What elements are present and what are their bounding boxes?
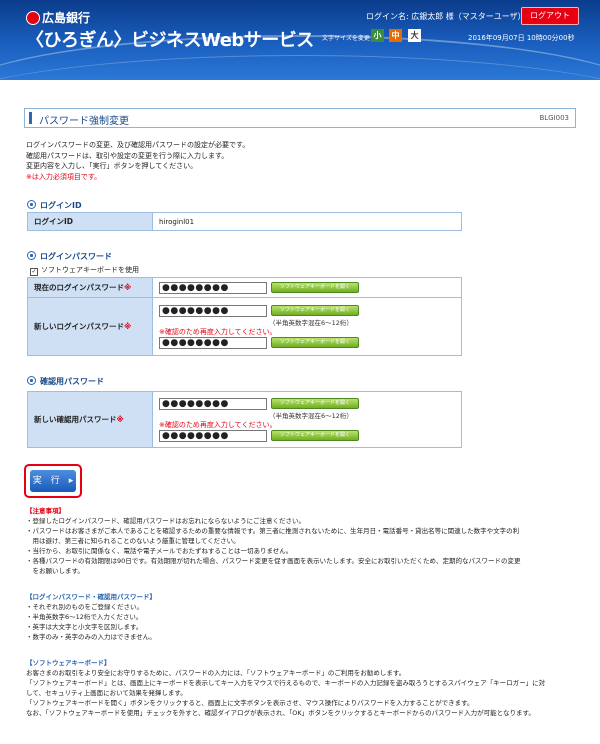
execute-button-highlight: 実 行 ▸ [24,464,82,498]
current-datetime: 2016年09月07日 10時00分00秒 [468,34,575,42]
software-keyboard-text: 「ソフトウェアキーボードを開く」ボタンをクリックすると、画面上に文字ボタンを表示… [26,699,474,707]
required-mark: ※ [124,283,132,292]
confirm-password-table: 新しい確認用パスワード※ ●●●●●●●● ソフトウェアキーボードを開く （半角英… [27,391,462,448]
font-size-small-button[interactable]: 小 [371,29,384,42]
caution-line: ・登録したログインパスワード、確認用パスワードはお忘れにならないようにご注意くだ… [26,517,305,525]
login-id-table: ログインID hiroginl01 [27,212,462,231]
password-format-hint: （半角英数字混在6～12桁） [269,318,353,327]
password-rule: ・半角英数字6～12桁で入力ください。 [26,613,143,621]
password-rule: ・数字のみ・英字のみの入力はできません。 [26,633,156,641]
confirm-password-heading-text: 確認用パスワード [40,377,104,386]
section-bullet-icon [27,376,36,385]
font-size-large-button[interactable]: 大 [408,29,421,42]
caution-notes: 【注意事項】 ・登録したログインパスワード、確認用パスワードはお忘れにならないよ… [26,506,520,576]
login-password-table: 現在のログインパスワード※ ●●●●●●●● ソフトウェアキーボードを開く 新しい… [27,277,462,356]
bank-name: 広島銀行 [42,11,91,25]
new-confirm-password-label-text: 新しい確認用パスワード [34,415,117,424]
current-password-cell: ●●●●●●●● ソフトウェアキーボードを開く [152,277,462,298]
caution-heading: 【注意事項】 [26,507,65,515]
page-title-bar: パスワード強制変更 BLGI003 [24,108,576,128]
screen-id: BLGI003 [539,114,569,122]
confirm-password-heading: 確認用パスワード [27,376,104,387]
caution-line: ・パスワードはお客さまがご本人であることを確認するための重要な情報です。第三者に… [26,527,520,535]
font-size-medium-button[interactable]: 中 [389,29,402,42]
new-password-label-text: 新しいログインパスワード [34,322,124,331]
required-note: ※は入力必須項目です。 [26,172,102,181]
software-keyboard-info: 【ソフトウェアキーボード】 お客さまのお取引をより安全にお守りするために、パスワ… [26,658,545,718]
login-id-value: hiroginl01 [152,212,462,231]
confirm-reenter-note: ※確認のため再度入力してください。 [159,420,277,429]
software-keyboard-text: して、セキュリティ上画面において効果を発揮します。 [26,689,187,697]
login-password-heading-text: ログインパスワード [40,252,112,261]
required-mark: ※ [116,415,124,424]
software-keyboard-button[interactable]: ソフトウェアキーボードを開く [271,337,359,348]
bank-logo-icon [26,11,40,25]
login-name: ログイン名: 広銀太郎 様（マスターユーザ） [366,12,526,21]
page-title: パスワード強制変更 [39,116,129,127]
software-keyboard-text: 「ソフトウェアキーボード」とは、画面上にキーボードを表示してキー入力をマウスで行… [26,679,546,687]
new-password-confirm-input[interactable]: ●●●●●●●● [159,336,267,349]
intro-line: ログインパスワードの変更、及び確認用パスワードの設定が必要です。 [26,141,250,149]
software-keyboard-button[interactable]: ソフトウェアキーボードを開く [271,398,359,409]
caution-line: 用は避け、第三者に知られることのないよう厳重に管理してください。 [26,537,240,545]
caution-line: ・各種パスワードの有効期限は90日です。有効期限が切れた場合、パスワード変更を促… [26,557,521,565]
software-keyboard-toggle[interactable]: ✓ ソフトウェアキーボードを使用 [30,265,139,276]
software-keyboard-button[interactable]: ソフトウェアキーボードを開く [271,282,359,293]
confirm-reenter-note: ※確認のため再度入力してください。 [159,327,277,336]
password-rules: 【ログインパスワード・確認用パスワード】 ・それぞれ別のものをご登録ください。 … [26,592,156,642]
execute-button[interactable]: 実 行 ▸ [30,470,76,492]
checkbox-checked-icon[interactable]: ✓ [30,268,38,276]
software-keyboard-checkbox-label: ソフトウェアキーボードを使用 [41,266,139,274]
new-confirm-password-cell: ●●●●●●●● ソフトウェアキーボードを開く （半角英数字混在6～12桁） ※確… [152,391,462,448]
caution-line: ・当行から、お取引に関係なく、電話や電子メールでおたずねすることは一切ありません… [26,547,293,555]
section-bullet-icon [27,251,36,260]
new-confirm-password-input[interactable]: ●●●●●●●● [159,397,267,410]
logout-button[interactable]: ログアウト [521,7,579,25]
software-keyboard-heading: 【ソフトウェアキーボード】 [26,659,111,667]
password-rule: ・英字は大文字と小文字を区別します。 [26,623,143,631]
login-id-label: ログインID [27,212,153,231]
login-id-heading: ログインID [27,200,82,211]
font-size-label: 文字サイズを変更 [322,35,370,42]
login-password-heading: ログインパスワード [27,251,112,262]
header-banner: 広島銀行 〈ひろぎん〉ビジネスWebサービス ログイン名: 広銀太郎 様（マスタ… [0,0,600,80]
new-password-cell: ●●●●●●●● ソフトウェアキーボードを開く （半角英数字混在6～12桁） ※確… [152,297,462,356]
new-confirm-password-reenter-input[interactable]: ●●●●●●●● [159,429,267,442]
software-keyboard-button[interactable]: ソフトウェアキーボードを開く [271,430,359,441]
current-password-label-text: 現在のログインパスワード [34,283,124,292]
intro-line: 確認用パスワードは、取引や設定の変更を行う際に入力します。 [26,151,229,160]
password-rules-heading: 【ログインパスワード・確認用パスワード】 [26,593,156,601]
section-bullet-icon [27,200,36,209]
software-keyboard-button[interactable]: ソフトウェアキーボードを開く [271,305,359,316]
caution-line: をお願いします。 [26,567,84,575]
intro-line: 変更内容を入力し、「実行」ボタンを押してください。 [26,162,198,170]
service-name: 〈ひろぎん〉ビジネスWebサービス [26,30,314,51]
software-keyboard-text: お客さまのお取引をより安全にお守りするために、パスワードの入力には、「ソフトウェ… [26,669,406,677]
current-password-label: 現在のログインパスワード※ [27,277,153,298]
password-format-hint: （半角英数字混在6～12桁） [269,411,353,420]
intro-text: ログインパスワードの変更、及び確認用パスワードの設定が必要です。 確認用パスワー… [26,140,249,182]
required-mark: ※ [124,322,132,331]
new-confirm-password-label: 新しい確認用パスワード※ [27,391,153,448]
new-password-label: 新しいログインパスワード※ [27,297,153,356]
password-rule: ・それぞれ別のものをご登録ください。 [26,603,143,611]
new-password-input[interactable]: ●●●●●●●● [159,304,267,317]
software-keyboard-text: なお、「ソフトウェアキーボードを使用」チェックを外すと、確認ダイアログが表示され… [26,709,535,717]
current-password-input[interactable]: ●●●●●●●● [159,281,267,294]
login-id-heading-text: ログインID [40,201,82,210]
